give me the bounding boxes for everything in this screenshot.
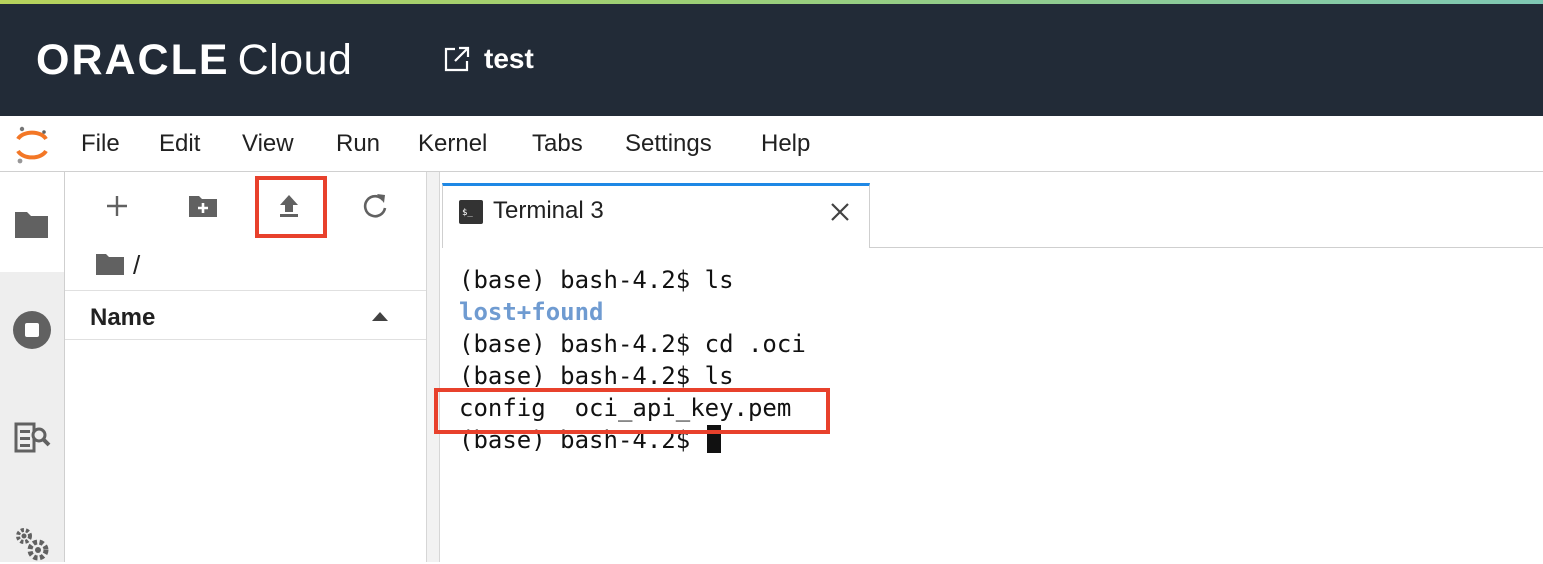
menu-view[interactable]: View	[242, 129, 294, 159]
terminal-output[interactable]: (base) bash-4.2$ ls lost+found (base) ba…	[434, 248, 1543, 562]
menu-settings[interactable]: Settings	[625, 129, 712, 159]
left-sidebar	[0, 172, 65, 562]
menu-run[interactable]: Run	[336, 129, 380, 159]
menu-edit[interactable]: Edit	[159, 129, 200, 159]
name-column-label: Name	[90, 304, 156, 331]
notebook-session-title[interactable]: test	[484, 42, 534, 76]
oracle-cloud-header: ORACLE Cloud test	[0, 4, 1543, 116]
tab-label: Terminal 3	[493, 197, 604, 224]
menu-tabs[interactable]: Tabs	[532, 129, 583, 159]
tab-terminal-3[interactable]: $_ Terminal 3	[442, 183, 870, 248]
external-link-icon[interactable]	[442, 44, 472, 74]
main-dock-area: $_ Terminal 3 (base) bash-4.2$ ls lost+f…	[434, 172, 1543, 562]
brand-oracle: ORACLE	[36, 36, 230, 84]
terminal-line: (base) bash-4.2$ ls	[459, 266, 734, 294]
tab-bar: $_ Terminal 3	[440, 172, 1543, 248]
panel-splitter[interactable]	[426, 172, 440, 562]
breadcrumb-folder-icon[interactable]	[95, 252, 125, 276]
folder-icon[interactable]	[12, 204, 52, 244]
menu-bar: File Edit View Run Kernel Tabs Settings …	[0, 116, 1543, 172]
breadcrumb-root[interactable]: /	[133, 250, 140, 280]
upload-highlight-box	[255, 176, 327, 238]
oracle-cloud-logo: ORACLE Cloud	[36, 38, 352, 82]
terminal-line-directory: lost+found	[459, 298, 604, 326]
close-icon[interactable]	[827, 199, 853, 225]
terminal-line: (base) bash-4.2$ cd .oci	[459, 330, 806, 358]
menu-file[interactable]: File	[81, 129, 120, 159]
sort-ascending-icon	[372, 312, 388, 321]
running-stop-icon[interactable]	[12, 310, 52, 350]
files-highlight-box	[434, 388, 830, 434]
property-inspector-icon[interactable]	[12, 418, 52, 458]
menu-kernel[interactable]: Kernel	[418, 129, 487, 159]
menu-help[interactable]: Help	[761, 129, 810, 159]
refresh-icon[interactable]	[355, 186, 395, 226]
new-folder-icon[interactable]	[183, 186, 223, 226]
settings-gears-icon[interactable]	[12, 524, 52, 564]
brand-cloud: Cloud	[237, 36, 353, 84]
new-launcher-icon[interactable]	[97, 186, 137, 226]
svg-text:$_: $_	[462, 208, 473, 218]
terminal-icon: $_	[459, 200, 483, 224]
file-browser-panel: / Name	[65, 172, 426, 562]
jupyter-logo-icon	[16, 126, 48, 164]
name-column-header[interactable]: Name	[65, 290, 426, 340]
